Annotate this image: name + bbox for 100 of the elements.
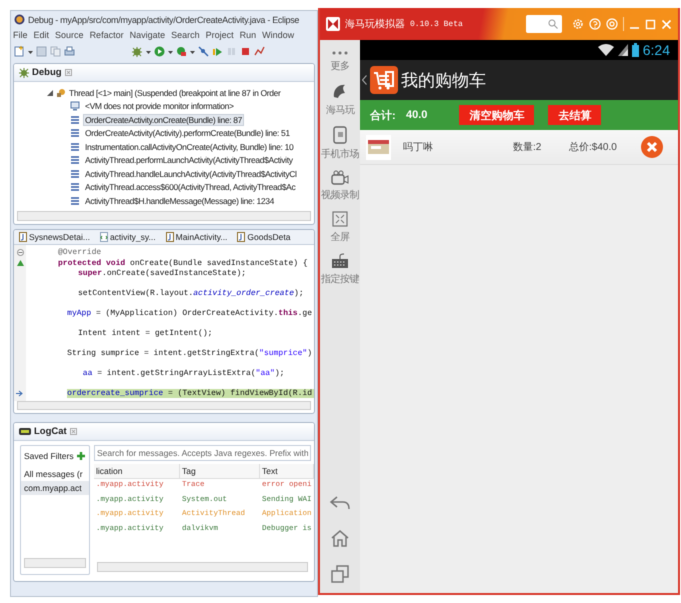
run-icon[interactable] [154,46,165,56]
keyboard-icon[interactable] [331,253,349,269]
eclipse-logo-icon [14,14,25,25]
terminate-icon[interactable] [240,46,251,56]
stack-frame[interactable]: ActivityThread$H.handleMessage(Message) line: 1234 [83,194,276,207]
xml-file-icon [100,232,108,242]
search-field[interactable]: Search for messages. Accepts Java regexes. Prefix with [94,445,311,461]
search-field[interactable] [526,15,562,33]
menu-item[interactable]: Window [262,30,294,40]
horizontal-scrollbar[interactable] [17,211,311,221]
version-label: 0.10.3 Beta [410,20,463,28]
column-header[interactable]: Tag [180,464,260,479]
price-label: 总价:$40.0 [569,140,618,154]
clear-cart-button[interactable]: 清空购物车 [459,105,534,125]
column-header[interactable]: lication [94,464,180,479]
filter-item[interactable]: com.myapp.act [21,481,89,495]
code-line: protected void onCreate(Bundle savedInstanceState) { [58,258,309,268]
view-tab[interactable]: LogCat [34,426,67,437]
sidebar-label[interactable]: 更多 [330,59,350,73]
filters-title: Saved Filters [24,451,74,461]
delete-button[interactable] [641,136,663,158]
close-icon [641,136,663,158]
bug-icon [19,68,29,78]
stack-frame-icon [70,114,80,125]
sidebar-label[interactable]: 指定按键 [321,272,359,286]
thread-label[interactable]: Thread [<1> main] (Suspended (breakpoint at line 87 in Order [69,88,280,98]
monitor-icon [70,101,80,112]
sidebar-label[interactable]: 视频录制 [321,188,359,202]
stack-frame[interactable]: OrderCreateActivity.onCreate(Bundle) line: 87 [83,114,244,126]
expanded-triangle-icon[interactable] [47,90,53,96]
stack-frame[interactable]: OrderCreateActivity(Activity).performCreate(Bundle) line: 51 [83,127,292,140]
fullscreen-icon[interactable] [332,211,348,227]
shopping-cart-logo-icon [370,66,398,94]
new-file-icon[interactable] [14,46,25,56]
code-line: aa = intent.getStringArrayListExtra("aa"); [82,369,286,378]
menu-item[interactable]: File [13,30,28,40]
sidebar-label[interactable]: 海马玩 [326,103,354,117]
code-line: setContentView(R.layout.activity_order_create); [78,289,305,298]
checkout-button[interactable]: 去结算 [548,105,602,125]
sidebar-label[interactable]: 手机市场 [321,147,359,161]
code-line: Intent intent = getIntent(); [78,329,214,338]
stack-frame[interactable]: <VM does not provide monitor information> [83,100,236,112]
signal-icon [618,44,628,56]
java-file-icon [237,232,246,242]
menu-item[interactable]: Project [206,30,234,40]
close-icon[interactable] [70,428,77,435]
sidebar-label[interactable]: 全屏 [330,230,350,244]
filter-item[interactable]: All messages (r [21,467,89,481]
editor-tab[interactable]: GoodsDeta [235,232,292,242]
settings-icon[interactable] [572,18,584,30]
home-icon[interactable] [330,529,350,547]
fold-icon[interactable] [16,249,24,256]
resume-icon[interactable] [212,46,223,56]
product-name: 吗丁啉 [403,140,434,154]
horizontal-scrollbar[interactable] [24,558,86,568]
search-icon [548,19,558,29]
stack-frame-icon [70,155,80,166]
menu-item[interactable]: Search [171,30,200,40]
java-file-icon [166,232,174,242]
more-icon[interactable] [330,50,350,56]
stack-frame[interactable]: ActivityThread.handleLaunchActivity(ActivityThread$ActivityCl [83,168,299,180]
column-header[interactable]: Text [260,464,314,479]
stack-frame[interactable]: Instrumentation.callActivityOnCreate(Activity, Bundle) line: 10 [83,140,296,153]
close-icon[interactable] [64,69,72,76]
help-icon[interactable] [589,18,602,30]
editor-tab[interactable]: SysnewsDetai... [17,232,92,242]
menu-item[interactable]: Refactor [90,30,124,40]
menu-item[interactable]: Run [240,30,256,40]
code-line: super.onCreate(savedInstanceState); [78,269,248,278]
stack-frame-icon [70,142,80,152]
editor-tab[interactable]: activity_sy... [98,232,158,242]
override-marker-icon [16,260,24,266]
menu-item[interactable]: Edit [34,30,50,40]
phone-icon[interactable] [333,126,347,144]
stack-frame[interactable]: ActivityThread.access$600(ActivityThread, ActivityThread$Ac [83,181,298,194]
page-title: 我的购物车 [401,70,486,92]
window-title: 海马玩模拟器 [345,18,405,31]
total-amount: 40.0 [406,109,428,121]
stack-frame[interactable]: ActivityThread.performLaunchActivity(ActivityThread$Activity [83,154,295,166]
stack-frame-icon [70,182,80,192]
menu-item[interactable]: Navigate [130,30,166,40]
quantity-label: 数量:2 [513,141,542,154]
editor-tab[interactable]: MainActivity... [164,232,230,242]
print-icon[interactable] [64,46,75,56]
recent-apps-icon[interactable] [331,565,349,583]
horizontal-scrollbar[interactable] [97,562,308,572]
wifi-icon [598,44,614,56]
stack-frame-icon [70,196,80,206]
back-chevron-icon[interactable] [362,75,367,85]
stack-frame-icon [70,168,80,179]
video-camera-icon[interactable] [331,170,349,185]
add-icon[interactable] [76,452,85,460]
maximize-icon[interactable] [645,18,656,30]
view-tab[interactable]: Debug [32,67,62,78]
window-title: Debug - myApp/src/com/myapp/activity/OrderCreateActivity.java - Eclipse [28,14,300,24]
instruction-pointer-icon [16,390,24,398]
stack-frame-icon [70,128,80,138]
back-icon[interactable] [329,495,351,511]
status-time: 6:24 [642,42,670,58]
menu-item[interactable]: Source [55,30,84,40]
